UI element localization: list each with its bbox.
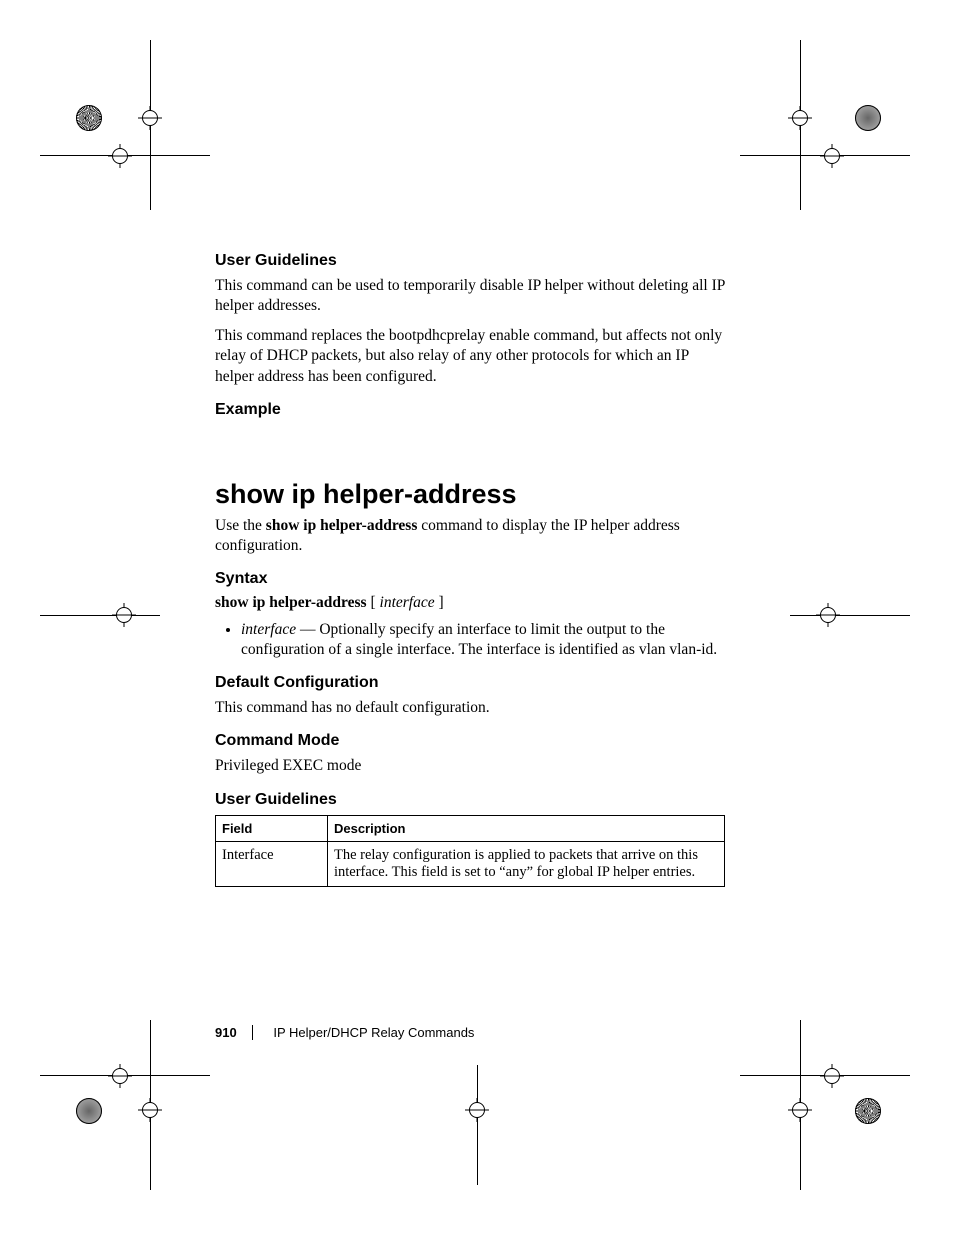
text: Use the: [215, 517, 266, 534]
page-number: 910: [215, 1025, 237, 1040]
page-body: User Guidelines This command can be used…: [215, 252, 725, 887]
registration-disc-icon: [76, 105, 102, 131]
syntax-arg: interface: [380, 594, 435, 611]
text: — Optionally specify an interface to lim…: [241, 621, 717, 658]
chapter-title: IP Helper/DHCP Relay Commands: [252, 1025, 474, 1040]
crosshair-icon: [788, 106, 812, 130]
crop-line: [790, 615, 910, 616]
command-intro: Use the show ip helper-address command t…: [215, 516, 725, 556]
registration-disc-icon: [855, 1098, 881, 1124]
para: Privileged EXEC mode: [215, 756, 725, 776]
table-cell-field: Interface: [216, 841, 328, 886]
heading-command-mode: Command Mode: [215, 732, 725, 750]
crosshair-icon: [820, 144, 844, 168]
crosshair-icon: [138, 1098, 162, 1122]
fields-table: Field Description Interface The relay co…: [215, 815, 725, 887]
crosshair-icon: [108, 1064, 132, 1088]
para: This command can be used to temporarily …: [215, 276, 725, 316]
table-header-row: Field Description: [216, 815, 725, 841]
heading-default-config: Default Configuration: [215, 674, 725, 692]
page-footer: 910 IP Helper/DHCP Relay Commands: [215, 1025, 486, 1040]
crosshair-icon: [816, 603, 840, 627]
registration-disc-icon: [76, 1098, 102, 1124]
heading-user-guidelines-1: User Guidelines: [215, 252, 725, 270]
list-item: interface — Optionally specify an interf…: [241, 620, 725, 660]
crosshair-icon: [112, 603, 136, 627]
crosshair-icon: [820, 1064, 844, 1088]
crosshair-icon: [465, 1098, 489, 1122]
para: This command replaces the bootpdhcprelay…: [215, 326, 725, 386]
command-title: show ip helper-address: [215, 479, 725, 510]
syntax-bullets: interface — Optionally specify an interf…: [215, 620, 725, 660]
heading-syntax: Syntax: [215, 570, 725, 588]
crop-line: [40, 615, 160, 616]
crop-line: [477, 1065, 478, 1185]
table-cell-description: The relay configuration is applied to pa…: [327, 841, 724, 886]
crosshair-icon: [108, 144, 132, 168]
syntax-command: show ip helper-address: [215, 594, 367, 611]
crosshair-icon: [788, 1098, 812, 1122]
heading-example: Example: [215, 401, 725, 419]
text: [: [367, 594, 380, 611]
table-row: Interface The relay configuration is app…: [216, 841, 725, 886]
registration-disc-icon: [855, 105, 881, 131]
arg-name: interface: [241, 621, 296, 638]
crosshair-icon: [138, 106, 162, 130]
table-header-description: Description: [327, 815, 724, 841]
command-name-inline: show ip helper-address: [266, 517, 418, 534]
para: This command has no default configuratio…: [215, 698, 725, 718]
syntax-line: show ip helper-address [ interface ]: [215, 594, 725, 612]
text: ]: [435, 594, 444, 611]
heading-user-guidelines-2: User Guidelines: [215, 791, 725, 809]
table-header-field: Field: [216, 815, 328, 841]
